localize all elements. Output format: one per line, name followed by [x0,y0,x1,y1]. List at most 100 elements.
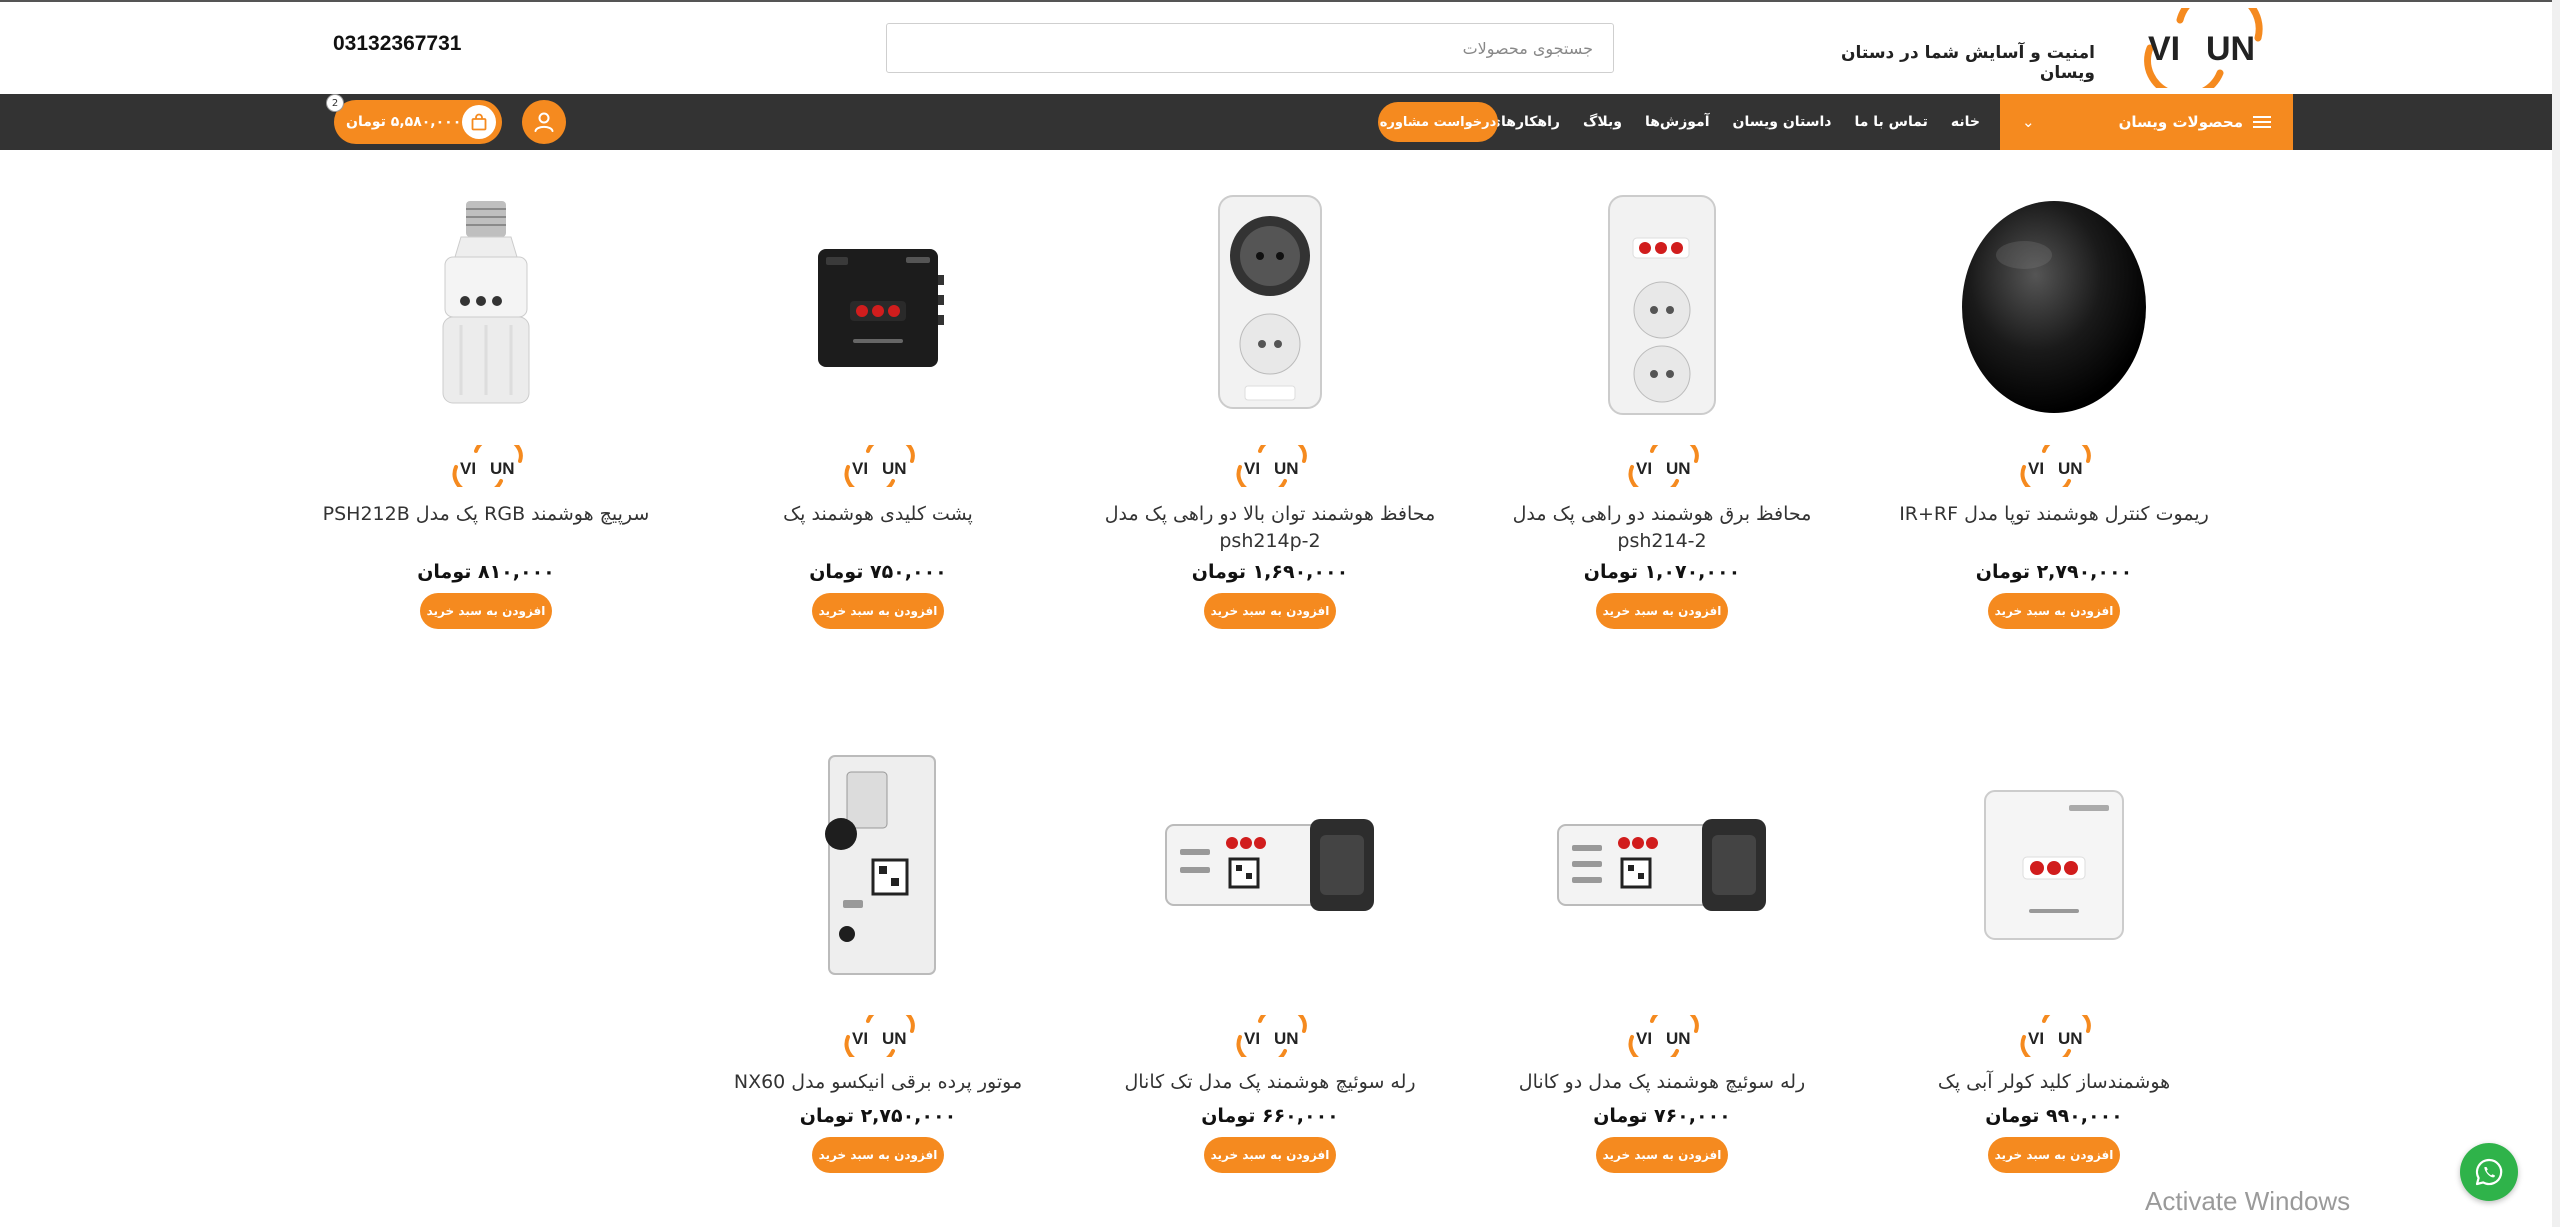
nav-item-home[interactable]: خانه [1951,114,1980,130]
product-price: ۱,۶۹۰,۰۰۰ تومان [1191,561,1349,583]
brand-logo: VI UN [1628,445,1699,487]
brand-logo: VI UN [2020,445,2091,487]
svg-text:VI: VI [1244,1029,1260,1048]
logo-text-left: VI [2148,30,2180,68]
svg-text:VI: VI [460,459,476,478]
svg-text:VI: VI [2028,1029,2044,1048]
nav-item-contact[interactable]: تماس با ما [1855,114,1928,130]
product-name[interactable]: ریموت کنترل هوشمند توپا مدل IR+RF [1899,501,2209,555]
brand-logo: VI UN [1236,1015,1307,1057]
activate-windows-watermark: Activate Windows [2145,1186,2351,1216]
whatsapp-icon [2475,1158,2503,1186]
svg-text:UN: UN [2058,459,2083,478]
product-card[interactable]: VI UN موتور پرده برقی انیکسو مدل NX60 ۲,… [682,725,1074,1215]
brand-logo: VI UN [2020,1015,2091,1057]
brand-logo: VI UN [844,1015,915,1057]
product-price: ۱,۰۷۰,۰۰۰ تومان [1583,561,1741,583]
product-price: ۹۹۰,۰۰۰ تومان [1985,1105,2123,1127]
brand-logo: VI UN [844,445,915,487]
product-image[interactable] [1074,175,1466,435]
add-to-cart-button[interactable]: افزودن به سبد خرید [1204,593,1336,629]
product-name[interactable]: رله سوئیچ هوشمند پک مدل دو کانال [1519,1069,1805,1099]
svg-text:UN: UN [490,459,515,478]
whatsapp-button[interactable] [2460,1143,2518,1201]
chevron-down-icon: ⌄ [2022,113,2035,131]
product-card[interactable]: VI UN ریموت کنترل هوشمند توپا مدل IR+RF … [1858,175,2250,685]
add-to-cart-button[interactable]: افزودن به سبد خرید [420,593,552,629]
brand-logo: VI UN [1628,1015,1699,1057]
nav-menu: خانه تماس با ما داستان ویسان آموزش‌ها وب… [1438,94,1980,150]
product-price: ۸۱۰,۰۰۰ تومان [417,561,555,583]
product-name[interactable]: محافظ هوشمند توان بالا دو راهی پک مدل ps… [1100,501,1440,555]
add-to-cart-button[interactable]: افزودن به سبد خرید [1204,1137,1336,1173]
add-to-cart-button[interactable]: افزودن به سبد خرید [1988,1137,2120,1173]
nav-item-tutorials[interactable]: آموزش‌ها [1645,114,1710,130]
svg-text:UN: UN [1666,459,1691,478]
brand-logo: VI UN [452,445,523,487]
product-name[interactable]: موتور پرده برقی انیکسو مدل NX60 [734,1069,1022,1099]
svg-text:UN: UN [1666,1029,1691,1048]
svg-text:UN: UN [2058,1029,2083,1048]
categories-menu-button[interactable]: محصولات ویسان ⌄ [2000,94,2293,150]
product-card[interactable]: VI UN رله سوئیچ هوشمند پک مدل تک کانال ۶… [1074,725,1466,1215]
svg-text:VI: VI [1636,1029,1652,1048]
product-image[interactable] [1858,725,2250,1005]
phone-number[interactable]: 03132367731 [333,32,461,56]
svg-text:UN: UN [1274,459,1299,478]
svg-text:VI: VI [852,1029,868,1048]
site-tagline: امنیت و آسایش شما در دستان ویسان [1840,43,2095,83]
add-to-cart-button[interactable]: افزودن به سبد خرید [812,593,944,629]
cart-count-badge: 2 [326,94,344,112]
product-card[interactable]: VI UN رله سوئیچ هوشمند پک مدل دو کانال ۷… [1466,725,1858,1215]
add-to-cart-button[interactable]: افزودن به سبد خرید [1596,593,1728,629]
product-name[interactable]: پشت کلیدی هوشمند پک [783,501,973,555]
product-card[interactable]: VI UN هوشمندساز کلید کولر آبی پک ۹۹۰,۰۰۰… [1858,725,2250,1215]
product-card[interactable]: VI UN محافظ برق هوشمند دو راهی پک مدل ps… [1466,175,1858,685]
product-image[interactable] [682,175,1074,435]
product-image[interactable] [682,725,1074,1005]
product-price: ۷۵۰,۰۰۰ تومان [809,561,947,583]
categories-label: محصولات ویسان [2118,113,2243,131]
search-box[interactable] [886,23,1614,73]
logo-text-right: UN [2206,30,2255,68]
hamburger-icon [2253,116,2271,128]
svg-text:VI: VI [1636,459,1652,478]
product-price: ۲,۷۹۰,۰۰۰ تومان [1975,561,2133,583]
nav-item-blog[interactable]: وبلاگ [1583,114,1622,130]
product-row: VI UN هوشمندساز کلید کولر آبی پک ۹۹۰,۰۰۰… [290,725,2250,1215]
shopping-bag-icon [471,113,487,131]
product-image[interactable] [1074,725,1466,1005]
product-image[interactable] [1466,725,1858,1005]
product-image[interactable] [1466,175,1858,435]
product-image[interactable] [1858,175,2250,435]
cart-icon-wrap [462,105,496,139]
cart-button[interactable]: ۵,۵۸۰,۰۰۰ تومان [334,100,502,144]
add-to-cart-button[interactable]: افزودن به سبد خرید [812,1137,944,1173]
svg-text:UN: UN [882,459,907,478]
svg-text:VI: VI [2028,459,2044,478]
add-to-cart-button[interactable]: افزودن به سبد خرید [1988,593,2120,629]
svg-text:UN: UN [1274,1029,1299,1048]
product-name[interactable]: رله سوئیچ هوشمند پک مدل تک کانال [1124,1069,1415,1099]
product-card[interactable]: VI UN پشت کلیدی هوشمند پک ۷۵۰,۰۰۰ تومان … [682,175,1074,685]
nav-item-story[interactable]: داستان ویسان [1733,114,1832,130]
user-icon [534,112,554,132]
product-row: VI UN ریموت کنترل هوشمند توپا مدل IR+RF … [290,175,2250,685]
consult-request-button[interactable]: درخواست مشاوره [1378,102,1498,142]
search-input[interactable] [887,24,1613,72]
product-grid: VI UN ریموت کنترل هوشمند توپا مدل IR+RF … [290,175,2250,1215]
site-logo[interactable]: VI UN [2120,8,2270,88]
product-price: ۲,۷۵۰,۰۰۰ تومان [799,1105,957,1127]
account-button[interactable] [522,100,566,144]
product-name[interactable]: هوشمندساز کلید کولر آبی پک [1938,1069,2170,1099]
cart-total: ۵,۵۸۰,۰۰۰ تومان [346,114,462,130]
product-image[interactable] [290,175,682,435]
product-card[interactable]: VI UN سرپیچ هوشمند RGB پک مدل PSH212B ۸۱… [290,175,682,685]
product-card[interactable]: VI UN محافظ هوشمند توان بالا دو راهی پک … [1074,175,1466,685]
product-name[interactable]: سرپیچ هوشمند RGB پک مدل PSH212B [323,501,650,555]
add-to-cart-button[interactable]: افزودن به سبد خرید [1596,1137,1728,1173]
brand-logo: VI UN [1236,445,1307,487]
page-scrollbar[interactable] [2552,0,2560,1227]
svg-text:VI: VI [852,459,868,478]
product-name[interactable]: محافظ برق هوشمند دو راهی پک مدل psh214-2 [1492,501,1832,555]
